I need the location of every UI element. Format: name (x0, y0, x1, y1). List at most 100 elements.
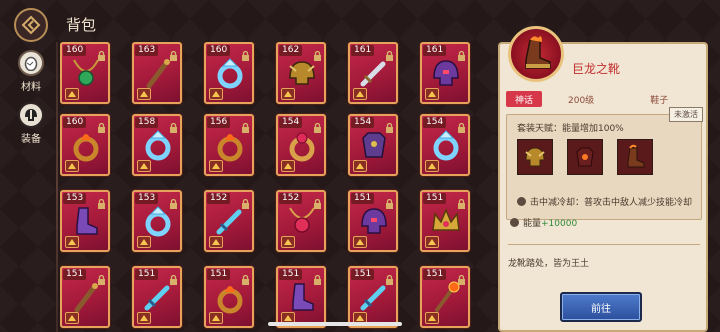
inventory-slot[interactable]: 151 (348, 266, 398, 328)
effect-text: 击中减冷却：普攻击中敌人减少技能冷却 (530, 198, 693, 208)
set-bonus-box: 未激活 套装天赋：能量增加100% 击中减冷却：普攻击中敌人减少技能冷却 (506, 107, 703, 220)
inventory-slot[interactable]: 151 (60, 266, 110, 328)
lock-icon (313, 46, 322, 61)
rank-badge-icon (425, 160, 439, 172)
lock-icon (169, 270, 178, 285)
inventory-slot[interactable]: 160 (60, 42, 110, 104)
rank-badge-icon (353, 160, 367, 172)
inventory-slot[interactable]: 151 (132, 266, 182, 328)
inventory-slot[interactable]: 154 (276, 114, 326, 176)
inventory-slot[interactable]: 160 (60, 114, 110, 176)
inventory-slot[interactable]: 151 (276, 266, 326, 328)
lock-icon (97, 118, 106, 133)
lock-icon (457, 194, 466, 209)
set-item-helmet[interactable] (517, 139, 553, 175)
lock-icon (169, 46, 178, 61)
inventory-slot[interactable]: 161 (348, 42, 398, 104)
ice-ring-icon (140, 128, 176, 162)
lock-icon (97, 194, 106, 209)
rank-badge-icon (65, 312, 79, 324)
slot-level: 161 (351, 45, 375, 56)
slot-level: 152 (279, 193, 303, 204)
inventory-slot[interactable]: 162 (276, 42, 326, 104)
fire-ring-icon (212, 280, 248, 314)
ruby-necklace-icon (284, 204, 320, 238)
slot-level: 151 (207, 269, 231, 280)
lock-icon (313, 118, 322, 133)
slot-level: 154 (423, 117, 447, 128)
lock-icon (385, 46, 394, 61)
effect-bullet-icon (517, 197, 526, 206)
item-detail-panel: 巨龙之靴 神话 200级 鞋子 未激活 套装天赋：能量增加100% 击中减冷却：… (498, 26, 708, 332)
inventory-slot[interactable]: 151 (420, 190, 470, 252)
golden-helmet-icon (525, 147, 545, 167)
slot-level: 160 (63, 117, 87, 128)
home-indicator[interactable] (268, 322, 402, 326)
go-button[interactable]: 前往 (560, 292, 642, 322)
page-title: 背包 (66, 16, 97, 34)
set-item-boots[interactable] (617, 139, 653, 175)
rank-badge-icon (281, 160, 295, 172)
lock-icon (97, 46, 106, 61)
item-portrait (508, 26, 564, 82)
back-button[interactable] (14, 8, 48, 42)
set-status-badge: 未激活 (669, 107, 703, 122)
rank-badge-icon (137, 312, 151, 324)
inventory-slot[interactable]: 158 (132, 114, 182, 176)
inventory-slot[interactable]: 152 (276, 190, 326, 252)
inventory-slot[interactable]: 152 (204, 190, 254, 252)
rank-badge-icon (137, 236, 151, 248)
effect-line: 击中减冷却：普攻击中敌人减少技能冷却 (517, 197, 707, 210)
slot-level: 163 (135, 45, 159, 56)
emerald-necklace-icon (68, 56, 104, 90)
ice-ring-icon (140, 204, 176, 238)
rarity-badge: 神话 (506, 91, 542, 107)
slot-level: 151 (423, 193, 447, 204)
inventory-slot[interactable]: 151 (420, 266, 470, 328)
tab-materials-label: 材料 (21, 82, 41, 93)
inventory-slot[interactable]: 163 (132, 42, 182, 104)
lock-icon (97, 270, 106, 285)
slot-level: 152 (207, 193, 231, 204)
rank-badge-icon (425, 236, 439, 248)
slot-level: 161 (423, 45, 447, 56)
lock-icon (169, 194, 178, 209)
purple-armor-icon (356, 128, 392, 162)
stat-bullet-icon (510, 218, 519, 227)
inventory-slot[interactable]: 154 (348, 114, 398, 176)
sidebar-divider (56, 42, 58, 332)
ice-sword-icon (356, 280, 392, 314)
fire-boots-icon (627, 144, 645, 168)
wooden-staff-icon (140, 56, 176, 90)
set-bonus-text: 套装天赋：能量增加100% (517, 124, 624, 134)
inventory-slot[interactable]: 156 (204, 114, 254, 176)
inventory-slot[interactable]: 151 (204, 266, 254, 328)
stat-line: 能量+10000 (510, 218, 700, 231)
item-name: 巨龙之靴 (572, 62, 621, 76)
rank-badge-icon (209, 236, 223, 248)
set-item-armor[interactable] (567, 139, 603, 175)
ice-sword-icon (140, 280, 176, 314)
slot-level: 153 (135, 193, 159, 204)
tab-materials[interactable]: 材料 (14, 50, 48, 93)
set-items-row (517, 139, 653, 175)
ice-sword-icon (212, 204, 248, 238)
inventory-slot[interactable]: 160 (204, 42, 254, 104)
inventory-slot[interactable]: 161 (420, 42, 470, 104)
purple-helmet-icon (356, 204, 392, 238)
slot-level: 151 (279, 269, 303, 280)
lock-icon (241, 118, 250, 133)
egg-icon (18, 50, 44, 76)
tab-equipment[interactable]: 装备 (14, 102, 48, 145)
lock-icon (169, 118, 178, 133)
inventory-slot[interactable]: 154 (420, 114, 470, 176)
inventory-slot[interactable]: 153 (60, 190, 110, 252)
inventory-slot[interactable]: 151 (348, 190, 398, 252)
item-level: 200级 (568, 95, 595, 106)
lock-icon (457, 46, 466, 61)
inventory-slot[interactable]: 153 (132, 190, 182, 252)
lock-icon (313, 270, 322, 285)
slot-level: 160 (207, 45, 231, 56)
slot-level: 158 (135, 117, 159, 128)
lock-icon (385, 118, 394, 133)
